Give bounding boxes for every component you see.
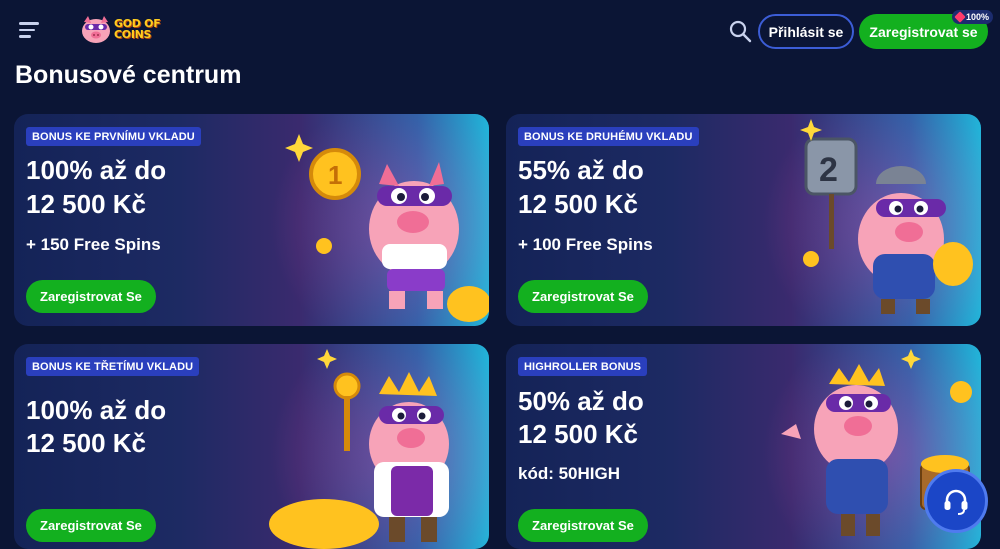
svg-text:1: 1 — [328, 160, 342, 190]
pig-with-hammer-illustration: 2 — [800, 119, 973, 314]
menu-icon[interactable] — [19, 22, 41, 40]
register-button-card4[interactable]: Zaregistrovat Se — [518, 509, 648, 542]
card-tag: BONUS KE PRVNÍMU VKLADU — [26, 127, 201, 146]
card-amount-line2: 12 500 Kč — [518, 419, 638, 449]
logo[interactable]: GOD OF COINS — [80, 12, 161, 46]
card-extra: + 150 Free Spins — [26, 235, 161, 254]
logo-text-line2: COINS — [114, 28, 152, 41]
register-button-card1[interactable]: Zaregistrovat Se — [26, 280, 156, 313]
bonus-card-third-deposit: BONUS KE TŘETÍMU VKLADU 100% až do 12 50… — [14, 344, 489, 549]
bonus-card-highroller: HIGHROLLER BONUS 50% až do 12 500 Kč kód… — [506, 344, 981, 549]
page-title: Bonusové centrum — [15, 61, 242, 89]
bonus-card-first-deposit: BONUS KE PRVNÍMU VKLADU 100% až do 12 50… — [14, 114, 489, 326]
register-button-card3[interactable]: Zaregistrovat Se — [26, 509, 156, 542]
card-amount-line2: 12 500 Kč — [26, 428, 146, 458]
card-amount-line1: 100% až do — [26, 155, 167, 185]
card-amount-line2: 12 500 Kč — [518, 189, 638, 219]
card-amount-line1: 50% až do — [518, 386, 644, 416]
bonus-card-second-deposit: BONUS KE DRUHÉMU VKLADU 55% až do 12 500… — [506, 114, 981, 326]
headset-icon — [944, 489, 968, 515]
card-amount-line1: 100% až do — [26, 395, 167, 425]
search-icon[interactable] — [728, 19, 752, 43]
card-amount-line2: 12 500 Kč — [26, 189, 146, 219]
card-tag: HIGHROLLER BONUS — [518, 357, 648, 376]
register-button-card2[interactable]: Zaregistrovat Se — [518, 280, 648, 313]
promo-code: kód: 50HIGH — [518, 464, 621, 483]
header: GOD OF COINS Přihlásit se Zaregistrovat … — [0, 0, 1000, 62]
pig-logo-icon — [82, 16, 110, 43]
bonus-badge: 100% — [952, 10, 994, 24]
svg-text:2: 2 — [819, 151, 838, 189]
card-amount-line1: 55% až do — [518, 155, 644, 185]
login-button[interactable]: Přihlásit se — [758, 14, 854, 49]
gem-icon — [954, 11, 966, 23]
king-pig-illustration — [269, 349, 449, 549]
card-tag: BONUS KE TŘETÍMU VKLADU — [26, 357, 200, 376]
card-extra: + 100 Free Spins — [518, 235, 653, 254]
support-chat-button[interactable] — [924, 469, 988, 533]
pig-with-coin-illustration: 1 — [285, 134, 489, 322]
card-tag: BONUS KE DRUHÉMU VKLADU — [518, 127, 699, 146]
badge-label: 100% — [966, 12, 990, 22]
